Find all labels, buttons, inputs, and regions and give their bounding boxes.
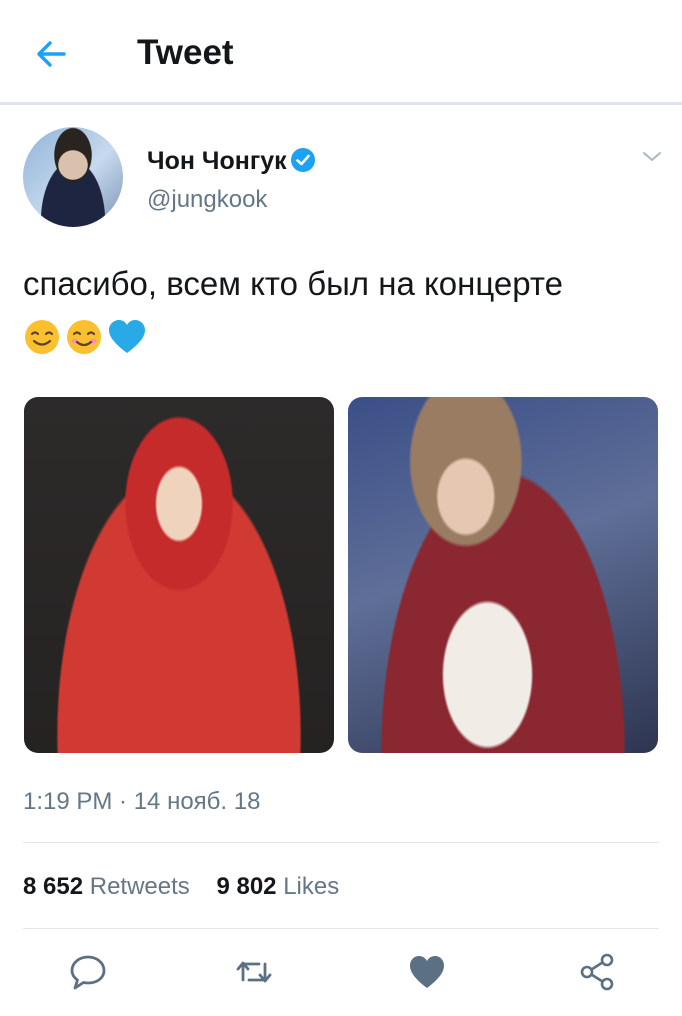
back-button[interactable] [32,35,76,73]
like-icon[interactable] [405,950,449,994]
share-icon[interactable] [575,950,619,994]
like-label: Likes [283,873,340,900]
retweet-count-link[interactable]: 8 652 Retweets [23,873,190,900]
like-count-link[interactable]: 9 802 Likes [216,873,339,900]
arrow-left-icon [37,41,66,67]
tweet-timestamp[interactable]: 1:19 PM · 14 нояб. 18 [23,788,260,816]
retweet-icon[interactable] [232,950,276,994]
page-title: Tweet [137,33,234,72]
retweet-count: 8 652 [23,873,84,900]
tweet-photo-1[interactable] [24,397,334,753]
like-count: 9 802 [216,873,277,900]
avatar[interactable] [23,127,123,227]
reply-icon[interactable] [66,950,110,994]
tweet-text: спасибо, всем кто был на концерте [23,265,563,302]
retweet-label: Retweets [89,873,190,900]
tweet-photo-2[interactable] [348,397,658,753]
author-handle[interactable]: @jungkook [147,186,267,214]
top-bar: Tweet [0,0,682,105]
author-name[interactable]: Чон Чонгук [147,147,287,176]
verified-badge-icon [291,148,315,172]
divider [23,928,659,929]
smiling-face-icon [25,320,59,354]
smiling-face-icon [67,320,101,354]
tweet-stats: 8 652 Retweets 9 802 Likes [23,873,339,901]
blue-heart-icon [109,320,145,353]
divider [23,842,659,843]
chevron-down-icon[interactable] [640,148,664,166]
